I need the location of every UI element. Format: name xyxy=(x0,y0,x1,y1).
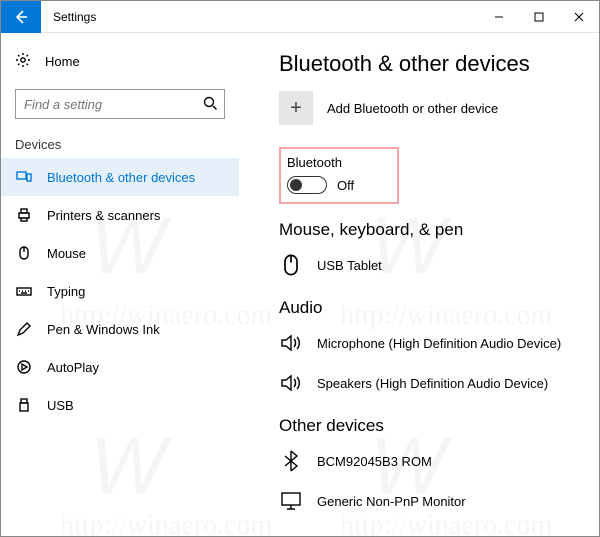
search-icon xyxy=(202,95,218,114)
bluetooth-toggle-section: Bluetooth Off xyxy=(279,147,399,204)
sidebar-item-printers[interactable]: Printers & scanners xyxy=(1,196,239,234)
device-label: Generic Non-PnP Monitor xyxy=(317,494,466,509)
group-other: Other devices BCM92045B3 ROM Generic Non… xyxy=(279,416,579,518)
search-box[interactable] xyxy=(15,89,225,119)
speaker-icon xyxy=(279,373,303,393)
sidebar-item-label: Mouse xyxy=(47,246,86,261)
device-row-microphone[interactable]: Microphone (High Definition Audio Device… xyxy=(279,326,579,360)
sidebar-item-autoplay[interactable]: AutoPlay xyxy=(1,348,239,386)
settings-window: Settings Home Devices Bluetooth & other … xyxy=(0,0,600,537)
sidebar-section-label: Devices xyxy=(1,131,239,158)
back-button[interactable] xyxy=(1,1,41,33)
speaker-icon xyxy=(279,333,303,353)
device-row-speakers[interactable]: Speakers (High Definition Audio Device) xyxy=(279,366,579,400)
sidebar-item-pen[interactable]: Pen & Windows Ink xyxy=(1,310,239,348)
body: Home Devices Bluetooth & other devices P… xyxy=(1,33,599,536)
main-content: Bluetooth & other devices + Add Bluetoot… xyxy=(239,33,599,536)
device-row-usb-tablet[interactable]: USB Tablet xyxy=(279,248,579,282)
device-label: Microphone (High Definition Audio Device… xyxy=(317,336,561,351)
sidebar-item-mouse[interactable]: Mouse xyxy=(1,234,239,272)
bluetooth-toggle[interactable] xyxy=(287,176,327,194)
bluetooth-toggle-row: Off xyxy=(287,176,387,194)
maximize-icon xyxy=(534,12,544,22)
device-label: BCM92045B3 ROM xyxy=(317,454,432,469)
sidebar-item-label: Pen & Windows Ink xyxy=(47,322,160,337)
group-audio: Audio Microphone (High Definition Audio … xyxy=(279,298,579,400)
devices-icon xyxy=(15,169,33,185)
group-title-other: Other devices xyxy=(279,416,579,436)
device-label: Speakers (High Definition Audio Device) xyxy=(317,376,548,391)
titlebar: Settings xyxy=(1,1,599,33)
minimize-icon xyxy=(494,12,504,22)
sidebar-item-usb[interactable]: USB xyxy=(1,386,239,424)
bluetooth-icon xyxy=(279,450,303,472)
autoplay-icon xyxy=(15,359,33,375)
sidebar-item-label: USB xyxy=(47,398,74,413)
home-button[interactable]: Home xyxy=(1,43,239,79)
bluetooth-state: Off xyxy=(337,178,354,193)
device-label: USB Tablet xyxy=(317,258,382,273)
sidebar-item-label: Bluetooth & other devices xyxy=(47,170,195,185)
device-row-monitor[interactable]: Generic Non-PnP Monitor xyxy=(279,484,579,518)
sidebar-item-bluetooth[interactable]: Bluetooth & other devices xyxy=(1,158,239,196)
pen-icon xyxy=(15,321,33,337)
window-title: Settings xyxy=(53,10,479,24)
search-input[interactable] xyxy=(24,97,202,112)
plus-icon: + xyxy=(279,91,313,125)
bluetooth-label: Bluetooth xyxy=(287,155,387,170)
group-title-mouse: Mouse, keyboard, & pen xyxy=(279,220,579,240)
window-controls xyxy=(479,1,599,33)
sidebar-item-label: Printers & scanners xyxy=(47,208,160,223)
page-heading: Bluetooth & other devices xyxy=(279,51,579,77)
arrow-left-icon xyxy=(13,9,29,25)
close-button[interactable] xyxy=(559,1,599,33)
maximize-button[interactable] xyxy=(519,1,559,33)
sidebar-item-label: Typing xyxy=(47,284,85,299)
mouse-icon xyxy=(15,245,33,261)
add-device-label: Add Bluetooth or other device xyxy=(327,101,498,116)
sidebar-item-typing[interactable]: Typing xyxy=(1,272,239,310)
sidebar: Home Devices Bluetooth & other devices P… xyxy=(1,33,239,536)
close-icon xyxy=(574,12,584,22)
printer-icon xyxy=(15,207,33,223)
device-row-bcm[interactable]: BCM92045B3 ROM xyxy=(279,444,579,478)
add-device-button[interactable]: + Add Bluetooth or other device xyxy=(279,91,579,125)
gear-icon xyxy=(15,52,31,71)
monitor-icon xyxy=(279,491,303,511)
mouse-icon xyxy=(279,253,303,277)
group-mouse: Mouse, keyboard, & pen USB Tablet xyxy=(279,220,579,282)
group-title-audio: Audio xyxy=(279,298,579,318)
toggle-knob xyxy=(290,179,302,191)
keyboard-icon xyxy=(15,283,33,299)
home-label: Home xyxy=(45,54,80,69)
usb-icon xyxy=(15,397,33,413)
minimize-button[interactable] xyxy=(479,1,519,33)
sidebar-item-label: AutoPlay xyxy=(47,360,99,375)
